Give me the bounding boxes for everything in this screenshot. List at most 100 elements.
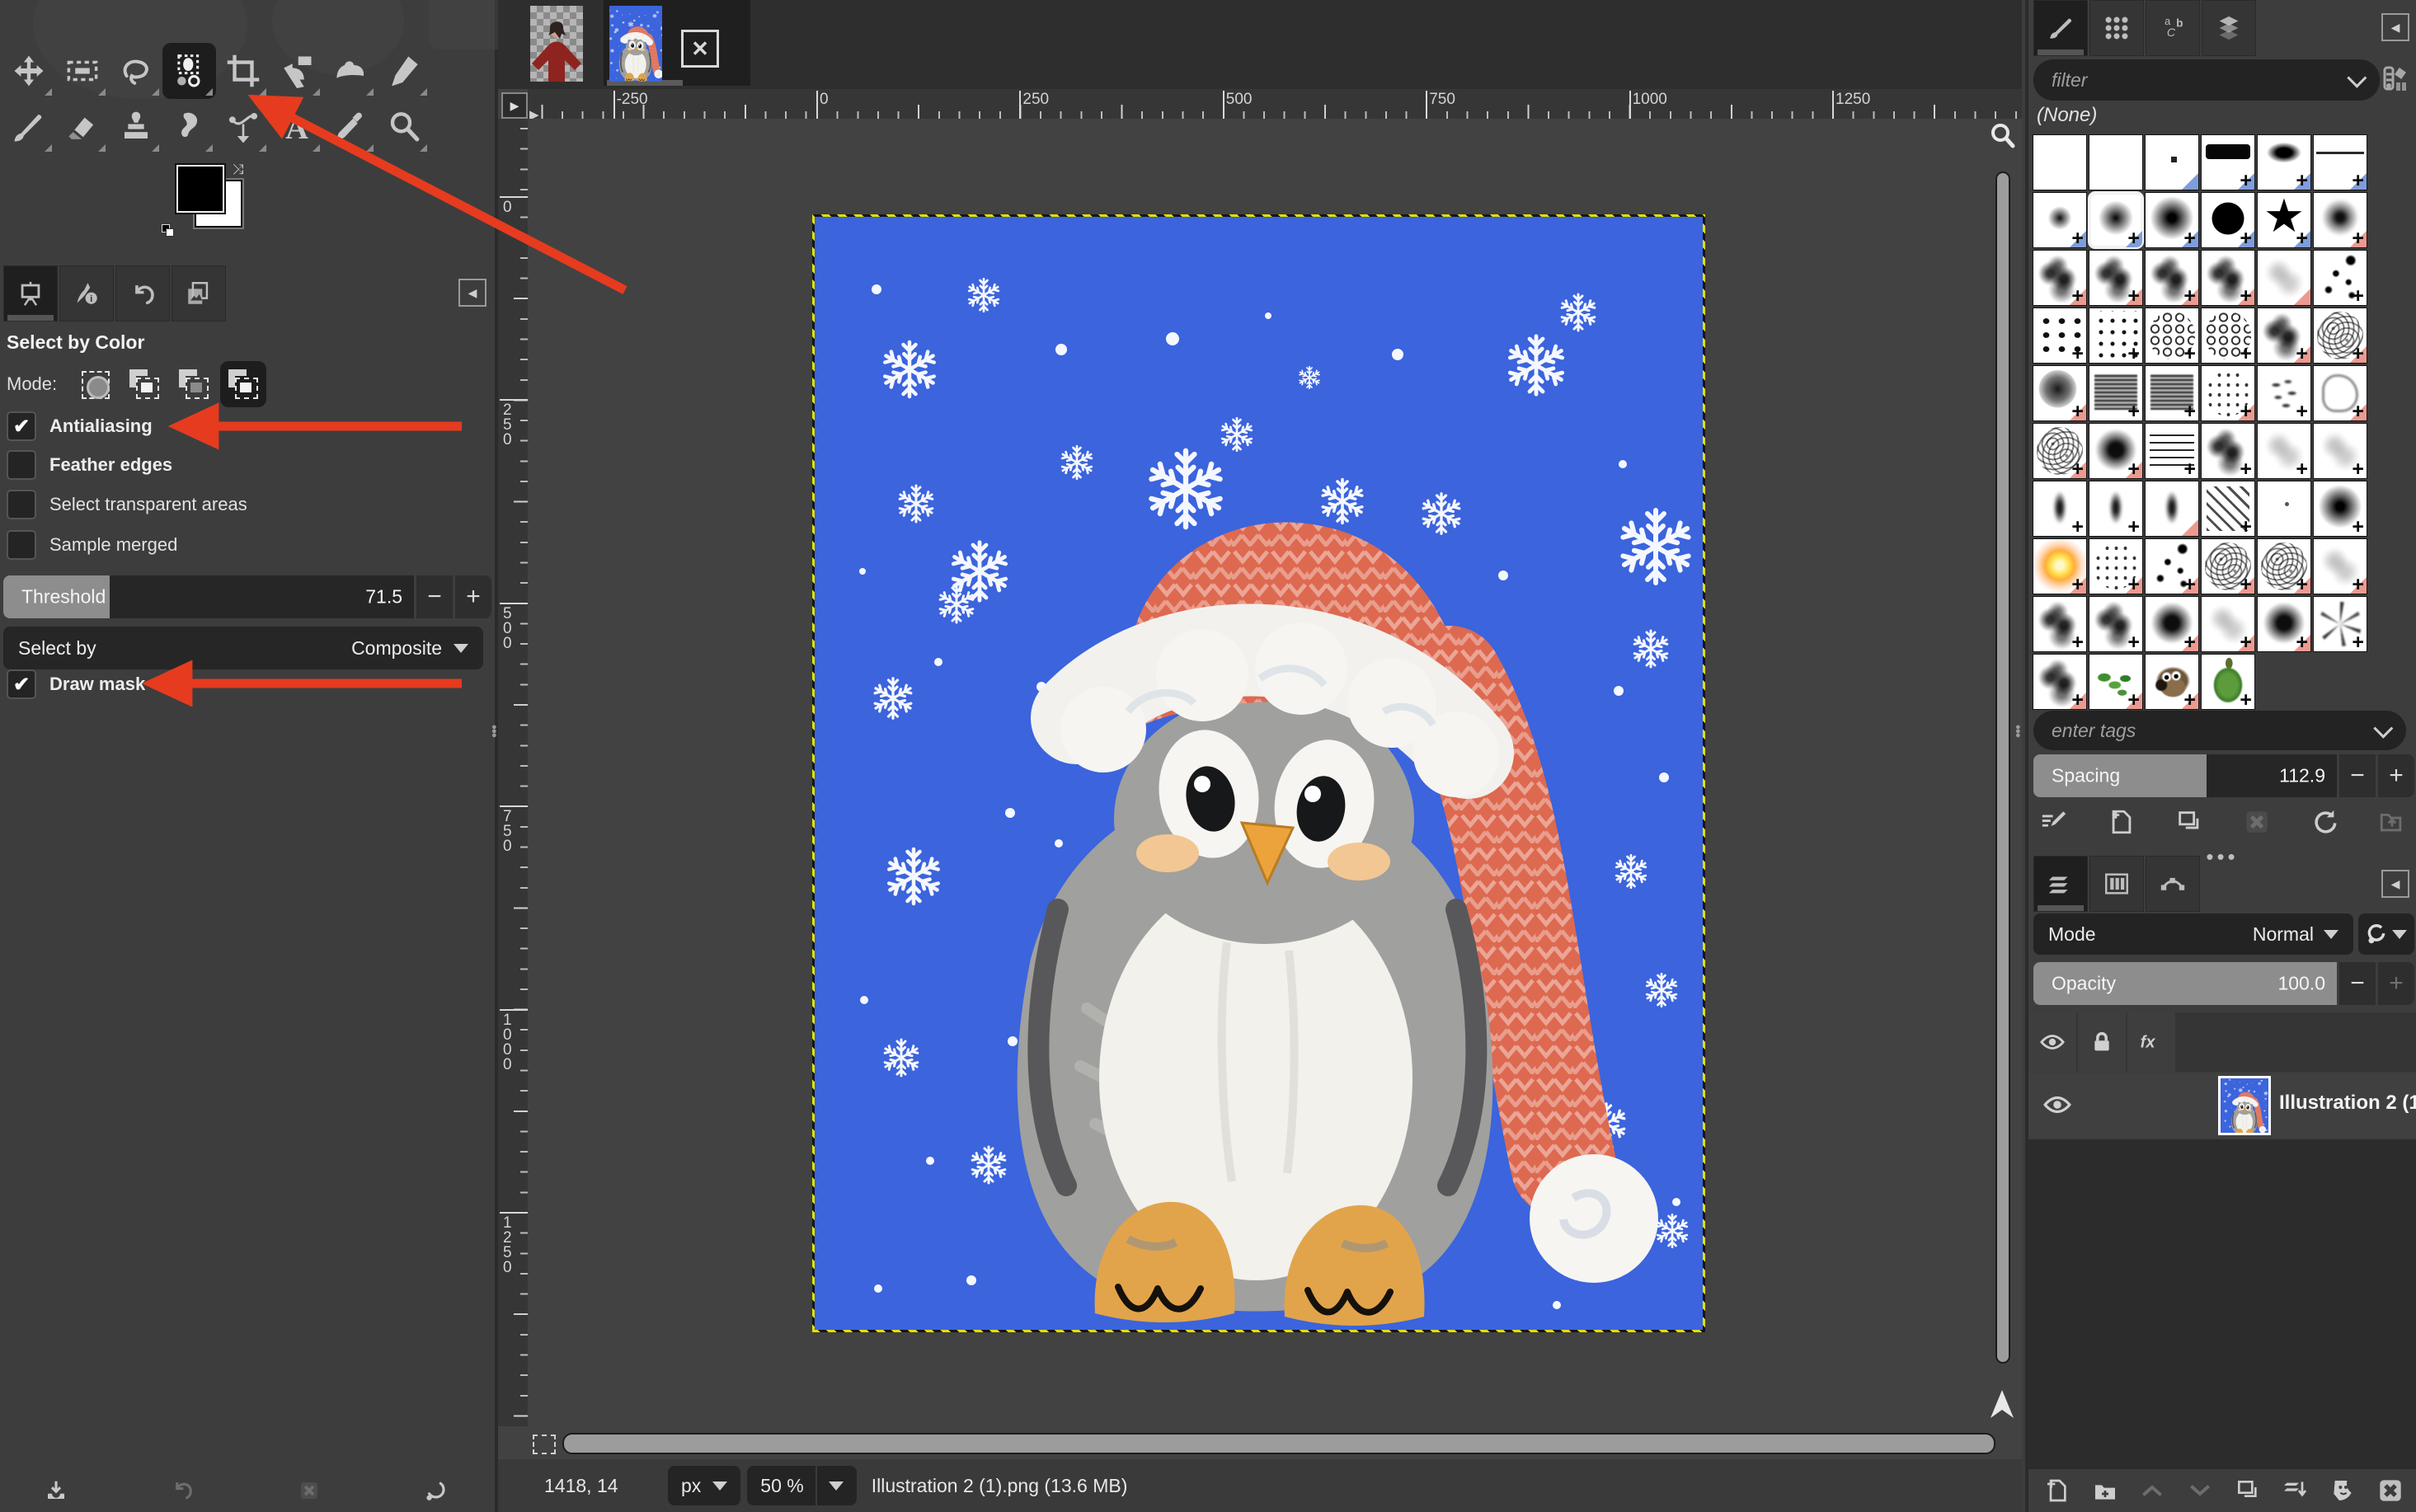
vertical-scrollbar-thumb[interactable] (1995, 171, 2010, 1364)
horizontal-scrollbar[interactable] (561, 1433, 1997, 1453)
sample-merged-row[interactable]: ✔ Sample merged (7, 528, 177, 561)
brush-9[interactable]: + (2145, 192, 2199, 248)
tool-smudge[interactable] (162, 99, 216, 155)
duplicate-brush-icon[interactable] (2169, 801, 2210, 843)
brush-22[interactable]: + (2201, 308, 2255, 364)
save-tool-preset-icon[interactable] (40, 1474, 73, 1507)
quick-mask-toggle[interactable] (533, 1435, 556, 1454)
layer-visibility-icon[interactable] (2043, 1093, 2071, 1116)
brush-36[interactable]: + (2313, 423, 2367, 479)
swap-colors-icon[interactable]: ⤨ (233, 162, 244, 178)
brush-13[interactable]: + (2033, 250, 2087, 306)
threshold-decrease-button[interactable]: − (416, 575, 453, 618)
brush-14[interactable]: + (2089, 250, 2143, 306)
mode-intersect-button[interactable] (220, 361, 266, 407)
reset-tool-options-icon[interactable] (419, 1474, 452, 1507)
brush-45[interactable]: + (2145, 538, 2199, 594)
brush-56[interactable]: + (2089, 654, 2143, 710)
brush-33[interactable]: + (2145, 423, 2199, 479)
delete-brush-icon[interactable] (2236, 801, 2277, 843)
lower-layer-icon[interactable] (2179, 1470, 2221, 1511)
brush-51[interactable]: + (2145, 596, 2199, 652)
brush-12[interactable]: + (2313, 192, 2367, 248)
spacing-slider[interactable]: Spacing 112.9 (2033, 754, 2337, 797)
zoom-dropdown[interactable]: 50 % (747, 1466, 856, 1505)
brush-tags-input[interactable]: enter tags (2033, 711, 2406, 750)
brush-5[interactable]: + (2257, 134, 2311, 190)
tool-paths[interactable] (216, 99, 270, 155)
restore-tool-preset-icon[interactable] (166, 1474, 199, 1507)
open-brush-icon[interactable] (2371, 801, 2413, 843)
tool-select-by-color[interactable] (162, 43, 216, 99)
mode-add-button[interactable] (121, 361, 167, 407)
delete-layer-icon[interactable] (2370, 1470, 2411, 1511)
tab-layers[interactable] (2033, 856, 2088, 912)
layer-mode-switch-button[interactable] (2358, 913, 2414, 955)
brush-3[interactable] (2145, 134, 2199, 190)
feather-edges-row[interactable]: ✔ Feather edges (7, 448, 172, 481)
antialiasing-checkbox[interactable]: ✔ (7, 411, 36, 441)
brush-47[interactable]: + (2257, 538, 2311, 594)
brush-filter-input[interactable]: filter (2033, 59, 2380, 101)
layer-mode-dropdown[interactable]: Mode Normal (2033, 913, 2353, 955)
tool-handle-transform[interactable] (323, 43, 377, 99)
lock-column-header[interactable] (2078, 1012, 2126, 1072)
brush-23[interactable]: + (2257, 308, 2311, 364)
brush-2[interactable] (2089, 134, 2143, 190)
layer-row[interactable]: Illustration 2 (1 (2028, 1073, 2416, 1138)
swatch-palette-icon[interactable] (2383, 66, 2411, 94)
opacity-increase-button[interactable]: + (2378, 962, 2414, 1005)
tool-rectangle-select[interactable] (55, 43, 109, 99)
tool-unified-transform[interactable] (270, 43, 323, 99)
effects-column-header[interactable]: fx (2127, 1012, 2175, 1072)
collapse-layers-icon[interactable]: ◀ (2381, 870, 2409, 898)
collapse-brushes-icon[interactable]: ◀ (2381, 13, 2409, 41)
delete-tool-preset-icon[interactable] (293, 1474, 326, 1507)
tab-tool-presets[interactable]: i (59, 265, 114, 322)
brush-16[interactable]: + (2201, 250, 2255, 306)
threshold-slider[interactable]: Threshold 71.5 (3, 575, 414, 618)
tool-gradient[interactable] (377, 43, 430, 99)
brush-17[interactable] (2257, 250, 2311, 306)
brush-24[interactable]: + (2313, 308, 2367, 364)
pan-navigation-icon[interactable] (1987, 1385, 2017, 1423)
new-layer-group-icon[interactable] (2085, 1470, 2126, 1511)
horizontal-scrollbar-thumb[interactable] (562, 1433, 1995, 1454)
add-mask-icon[interactable] (2322, 1470, 2363, 1511)
unit-dropdown[interactable]: px (668, 1466, 740, 1505)
zoom-canvas-icon[interactable] (1989, 122, 2015, 155)
mode-replace-button[interactable] (72, 361, 118, 407)
new-brush-icon[interactable] (2101, 801, 2142, 843)
panel-resize-grip[interactable]: ●●● (2015, 725, 2022, 754)
brush-39[interactable] (2145, 481, 2199, 537)
brush-18[interactable]: + (2313, 250, 2367, 306)
antialiasing-row[interactable]: ✔ Antialiasing (7, 410, 153, 443)
brush-11[interactable]: + (2257, 192, 2311, 248)
image-tab-1[interactable] (528, 3, 585, 84)
brush-7[interactable]: + (2033, 192, 2087, 248)
brush-37[interactable]: + (2033, 481, 2087, 537)
collapse-tool-options-icon[interactable]: ◀ (458, 279, 486, 307)
brush-58[interactable]: + (2201, 654, 2255, 710)
merge-layer-icon[interactable] (2275, 1470, 2316, 1511)
brush-53[interactable]: + (2257, 596, 2311, 652)
select-transparent-row[interactable]: ✔ Select transparent areas (7, 488, 247, 521)
panel-resize-grip[interactable]: ●●● (491, 725, 498, 754)
tool-crop[interactable] (216, 43, 270, 99)
draw-mask-row[interactable]: ✔ Draw mask (7, 668, 145, 701)
ruler-corner-button[interactable]: ▶ (501, 92, 528, 119)
tool-text[interactable]: A (270, 99, 323, 155)
tab-gradients[interactable] (2202, 0, 2256, 56)
tool-clone[interactable] (109, 99, 162, 155)
tool-color-picker[interactable] (323, 99, 377, 155)
close-image-icon[interactable]: ✕ (681, 30, 719, 68)
brush-25[interactable]: + (2033, 365, 2087, 421)
brush-54[interactable]: + (2313, 596, 2367, 652)
mode-subtract-button[interactable] (171, 361, 217, 407)
opacity-slider[interactable]: Opacity 100.0 (2033, 962, 2337, 1005)
brush-6[interactable]: + (2313, 134, 2367, 190)
brush-46[interactable]: + (2201, 538, 2255, 594)
vertical-ruler[interactable]: 02 5 05 0 07 5 01 0 0 01 2 5 0 (498, 119, 529, 1426)
tab-patterns[interactable] (2089, 0, 2144, 56)
tool-eraser[interactable] (55, 99, 109, 155)
